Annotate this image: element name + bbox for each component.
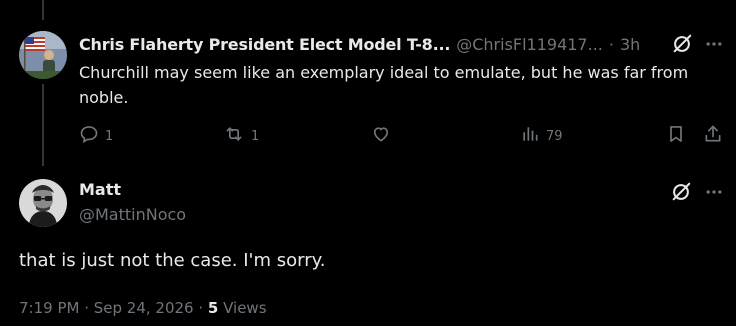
parent-handle[interactable]: @ChrisFl119417...: [456, 35, 603, 54]
parent-post-text: Churchill may seem like an exemplary ide…: [79, 63, 689, 107]
parent-post-header: Chris Flaherty President Elect Model T-8…: [79, 33, 659, 55]
grok-icon[interactable]: [669, 180, 693, 204]
reply-handle[interactable]: @MattinNoco: [79, 205, 186, 224]
reply-views-count: 5: [207, 299, 219, 317]
reply-post-meta: 7:19 PM · Sep 24, 2026 · 5 Views: [19, 299, 267, 317]
thread-line-connector: [42, 84, 44, 166]
parent-action-bar: 1 1 79: [79, 124, 729, 148]
reply-views-label: Views: [218, 299, 267, 317]
parent-avatar[interactable]: [19, 31, 67, 79]
repost-icon: [223, 124, 245, 148]
views-button[interactable]: 79: [520, 124, 563, 148]
reply-timestamp[interactable]: 7:19 PM · Sep 24, 2026 ·: [19, 299, 208, 317]
parent-display-name[interactable]: Chris Flaherty President Elect Model T-8…: [79, 35, 450, 54]
bookmark-icon: [666, 124, 686, 148]
more-icon[interactable]: [702, 180, 726, 204]
share-icon: [703, 124, 723, 148]
parent-separator: ·: [608, 34, 614, 54]
reply-post-text: that is just not the case. I'm sorry.: [19, 250, 326, 271]
views-icon: [520, 124, 540, 148]
repost-button[interactable]: 1: [223, 124, 259, 148]
thread-line-top: [42, 0, 44, 20]
reply-avatar[interactable]: [19, 179, 67, 227]
views-count: 79: [546, 128, 563, 144]
grok-icon[interactable]: [670, 32, 694, 56]
parent-time[interactable]: 3h: [620, 35, 640, 54]
repost-count: 1: [251, 128, 260, 144]
reply-button[interactable]: 1: [79, 124, 113, 148]
share-button[interactable]: [703, 124, 723, 148]
like-button[interactable]: [371, 124, 397, 148]
reply-icon: [79, 124, 99, 148]
more-icon[interactable]: [702, 32, 726, 56]
reply-display-name[interactable]: Matt: [79, 180, 121, 199]
like-icon: [371, 124, 391, 148]
bookmark-button[interactable]: [666, 124, 686, 148]
reply-count: 1: [105, 128, 114, 144]
